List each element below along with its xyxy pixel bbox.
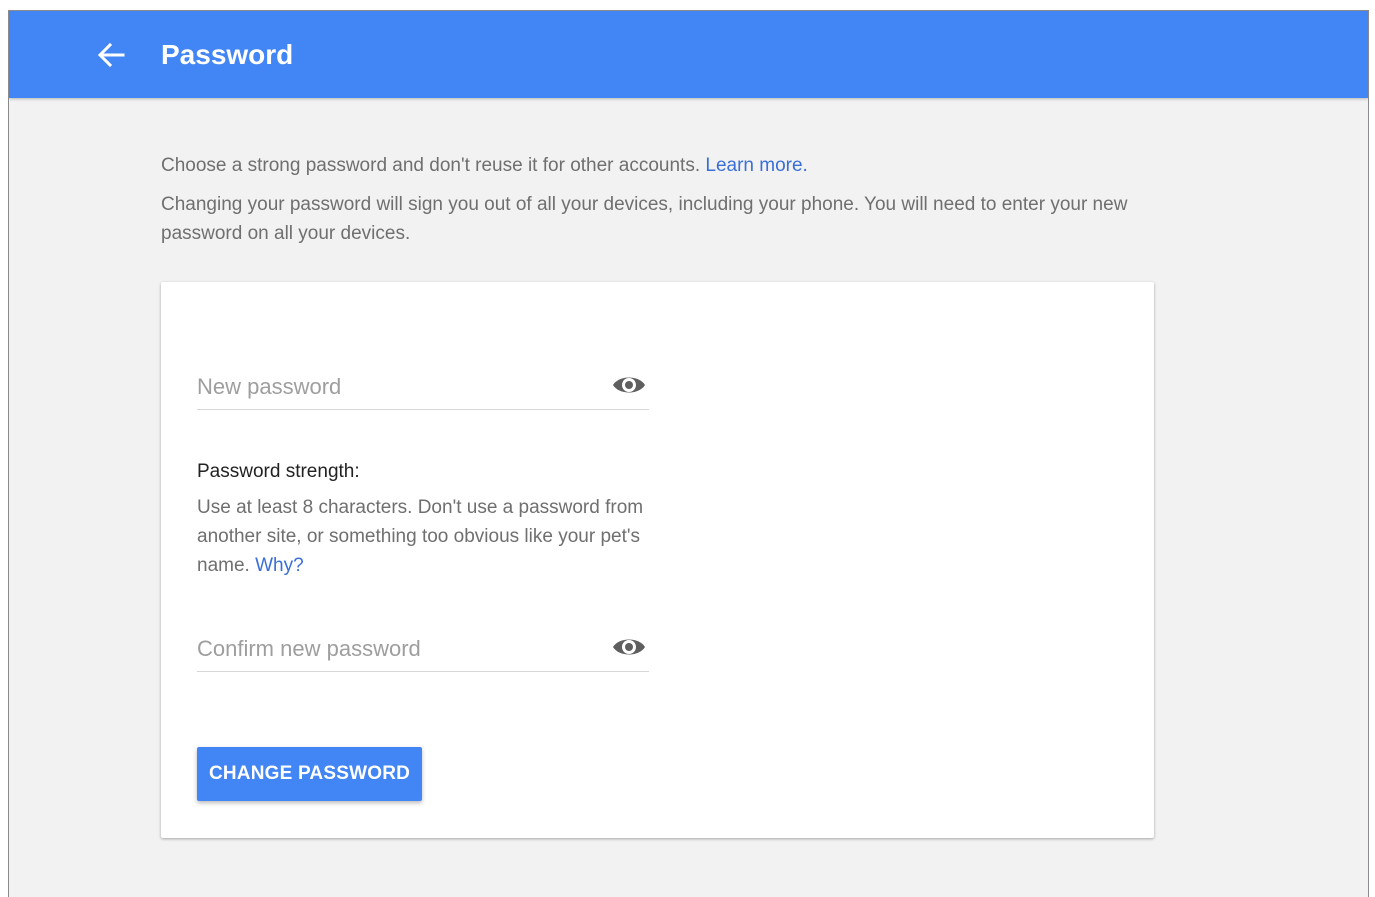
new-password-field (197, 365, 649, 410)
password-card: Password strength: Use at least 8 charac… (161, 282, 1154, 838)
intro-text: Choose a strong password and don't reuse… (161, 151, 1171, 248)
intro-line-1: Choose a strong password and don't reuse… (161, 151, 1171, 180)
eye-icon (613, 639, 645, 655)
confirm-password-field (197, 627, 649, 672)
intro-line-2: Changing your password will sign you out… (161, 194, 1128, 244)
show-new-password-button[interactable] (611, 371, 647, 399)
password-strength-description: Use at least 8 characters. Don't use a p… (197, 493, 657, 580)
show-confirm-password-button[interactable] (611, 633, 647, 661)
app-window: Password Choose a strong password and do… (8, 10, 1369, 897)
back-button[interactable] (95, 41, 127, 69)
page-title: Password (161, 39, 294, 70)
app-bar: Password (9, 11, 1368, 98)
why-link[interactable]: Why? (255, 555, 304, 576)
eye-icon (613, 377, 645, 393)
password-strength-title: Password strength: (197, 461, 360, 482)
arrow-back-icon (97, 42, 125, 68)
change-password-button[interactable]: CHANGE PASSWORD (197, 747, 422, 801)
new-password-input[interactable] (197, 371, 597, 403)
learn-more-link[interactable]: Learn more. (705, 155, 807, 176)
intro-line-1-text: Choose a strong password and don't reuse… (161, 155, 706, 176)
confirm-password-input[interactable] (197, 633, 597, 665)
